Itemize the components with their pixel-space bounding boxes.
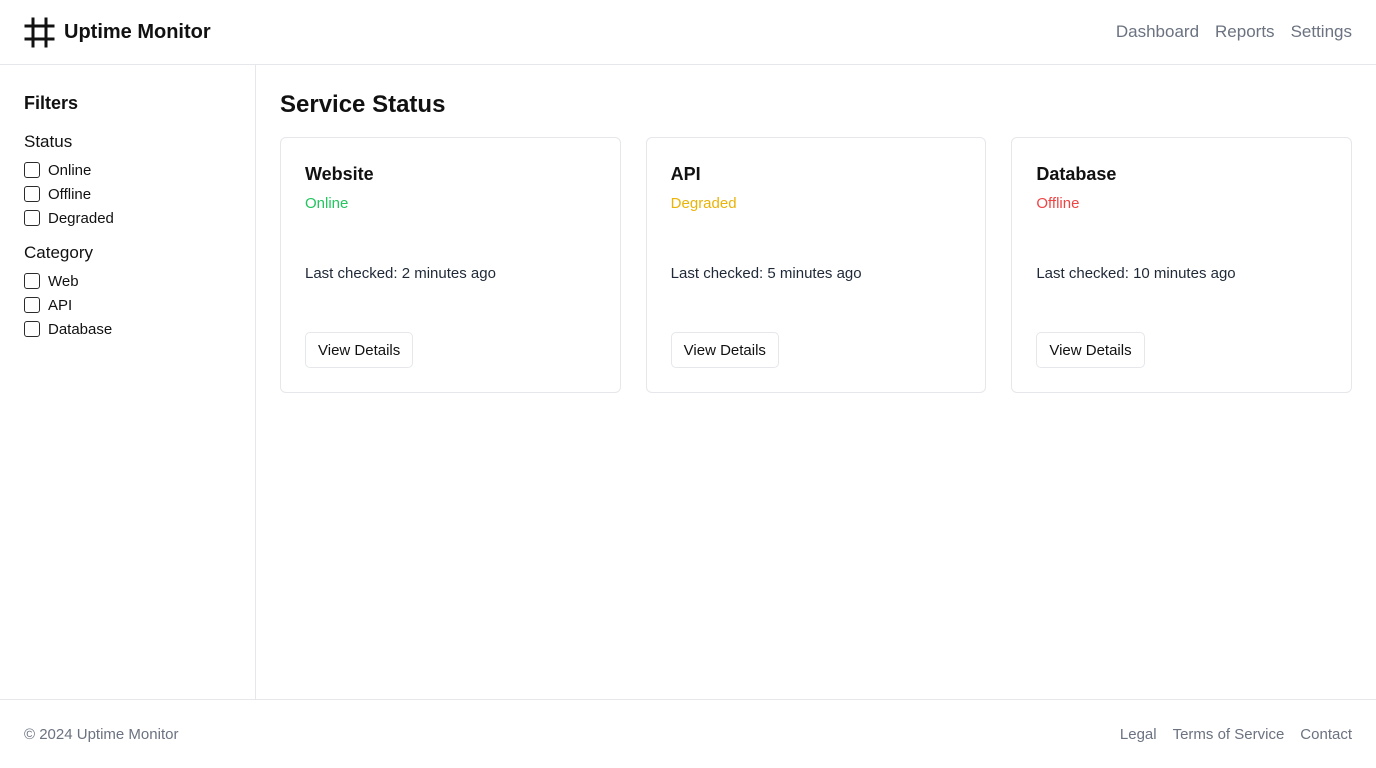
filters-title: Filters bbox=[24, 93, 79, 113]
footer-legal-link[interactable]: Legal bbox=[1120, 726, 1157, 743]
filter-degraded-checkbox[interactable] bbox=[24, 210, 40, 226]
app-title: Uptime Monitor bbox=[64, 20, 211, 43]
filter-api-option[interactable]: API bbox=[24, 293, 231, 317]
filter-degraded-label: Degraded bbox=[48, 209, 114, 227]
service-cards: Website Online Last checked: 2 minutes a… bbox=[280, 137, 1353, 393]
service-card-website: Website Online Last checked: 2 minutes a… bbox=[280, 137, 621, 393]
filter-offline-label: Offline bbox=[48, 185, 92, 203]
status-filter-group: Status Online Offline Degraded bbox=[24, 132, 231, 230]
nav-dashboard-link[interactable]: Dashboard bbox=[1116, 22, 1199, 42]
filter-offline-option[interactable]: Offline bbox=[24, 182, 231, 206]
filter-api-label: API bbox=[48, 296, 73, 314]
last-checked: Last checked: 5 minutes ago bbox=[670, 265, 862, 282]
footer-contact-link[interactable]: Contact bbox=[1300, 726, 1352, 743]
copyright: © 2024 Uptime Monitor bbox=[24, 725, 179, 743]
filter-database-checkbox[interactable] bbox=[24, 321, 40, 337]
service-status: Degraded bbox=[670, 195, 737, 212]
last-checked: Last checked: 2 minutes ago bbox=[305, 265, 496, 282]
service-status: Offline bbox=[1036, 195, 1080, 212]
filter-online-label: Online bbox=[48, 161, 92, 179]
brand[interactable]: Uptime Monitor bbox=[24, 17, 211, 48]
filter-offline-checkbox[interactable] bbox=[24, 186, 40, 202]
hash-grid-icon bbox=[24, 17, 55, 48]
service-card-database: Database Offline Last checked: 10 minute… bbox=[1011, 137, 1353, 393]
category-filter-group: Category Web API Database bbox=[24, 243, 231, 341]
nav-settings-link[interactable]: Settings bbox=[1291, 22, 1352, 42]
service-name: API bbox=[670, 164, 701, 184]
last-checked: Last checked: 10 minutes ago bbox=[1036, 265, 1236, 282]
top-header: Uptime Monitor Dashboard Reports Setting… bbox=[0, 0, 1376, 65]
filter-web-label: Web bbox=[48, 272, 79, 290]
status-filter-title: Status bbox=[24, 132, 73, 151]
service-name: Database bbox=[1036, 164, 1117, 184]
filter-web-checkbox[interactable] bbox=[24, 273, 40, 289]
view-details-button[interactable]: View Details bbox=[1036, 332, 1145, 368]
filter-online-option[interactable]: Online bbox=[24, 158, 231, 182]
view-details-button[interactable]: View Details bbox=[305, 332, 414, 368]
filter-api-checkbox[interactable] bbox=[24, 297, 40, 313]
footer-terms-link[interactable]: Terms of Service bbox=[1173, 726, 1285, 743]
filters-sidebar: Filters Status Online Offline Degraded C… bbox=[0, 65, 256, 699]
service-name: Website bbox=[305, 164, 374, 184]
view-details-button[interactable]: View Details bbox=[670, 332, 779, 368]
footer-nav: Legal Terms of Service Contact bbox=[1120, 726, 1352, 743]
page-footer: © 2024 Uptime Monitor Legal Terms of Ser… bbox=[0, 699, 1376, 768]
filter-online-checkbox[interactable] bbox=[24, 162, 40, 178]
filter-database-option[interactable]: Database bbox=[24, 317, 231, 341]
top-nav: Dashboard Reports Settings bbox=[1116, 22, 1352, 42]
filter-database-label: Database bbox=[48, 320, 113, 338]
nav-reports-link[interactable]: Reports bbox=[1215, 22, 1275, 42]
main-content: Service Status Website Online Last check… bbox=[256, 65, 1376, 699]
category-filter-title: Category bbox=[24, 243, 93, 262]
filter-degraded-option[interactable]: Degraded bbox=[24, 206, 231, 230]
service-card-api: API Degraded Last checked: 5 minutes ago… bbox=[645, 137, 987, 393]
page-title: Service Status bbox=[280, 91, 446, 118]
service-status: Online bbox=[305, 195, 349, 212]
filter-web-option[interactable]: Web bbox=[24, 269, 231, 293]
